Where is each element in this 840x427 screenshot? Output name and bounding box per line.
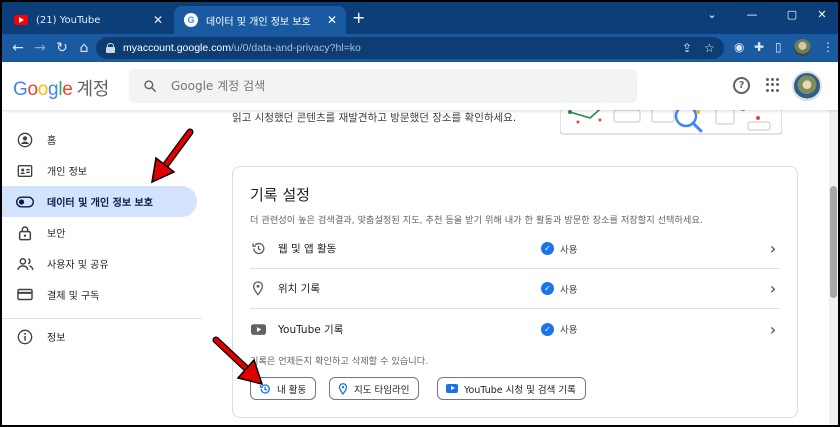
history-row-location[interactable]: 위치 기록 ✓ 사용 › — [250, 269, 780, 309]
row-label: 위치 기록 — [278, 283, 320, 295]
youtube-history-button[interactable]: YouTube 시청 및 검색 기록 — [437, 377, 586, 400]
history-note: 기록은 언제든지 확인하고 삭제할 수 있습니다. — [250, 356, 429, 367]
people-icon — [16, 255, 34, 273]
help-icon[interactable]: ? — [733, 77, 750, 94]
chevron-right-icon[interactable]: › — [766, 320, 780, 339]
sidebar-item-payments[interactable]: 결제 및 구독 — [2, 279, 197, 310]
toggle-icon — [16, 193, 34, 211]
forward-icon[interactable]: → — [30, 38, 50, 58]
tab-data-privacy[interactable]: G 데이터 및 개인 정보 보호 ✕ — [174, 6, 346, 34]
tab-label: 데이터 및 개인 정보 보호 — [206, 16, 311, 28]
sidebar-item-security[interactable]: 보안 — [2, 217, 197, 248]
history-row-youtube[interactable]: YouTube 기록 ✓ 사용 › — [250, 309, 780, 349]
check-circle-icon: ✓ — [541, 242, 554, 255]
search-input[interactable] — [171, 79, 591, 93]
status-badge: ✓ 사용 — [541, 282, 766, 296]
browser-toolbar: ← → ↻ ⌂ myaccount.google.com/u/0/data-an… — [2, 34, 838, 62]
url-text: myaccount.google.com/u/0/data-and-privac… — [123, 42, 361, 54]
tab-strip: (21) YouTube ✕ G 데이터 및 개인 정보 보호 ✕ + ⌄ — … — [2, 2, 838, 34]
main-content: 읽고 시청했던 콘텐츠를 재발견하고 방문했던 장소를 확인하세요. 기록 설정… — [202, 98, 838, 425]
lock-icon — [106, 43, 115, 53]
search-icon — [144, 80, 156, 92]
status-badge: ✓ 사용 — [541, 242, 766, 256]
card-title: 기록 설정 — [250, 186, 310, 204]
sidebar-item-label: 홈 — [47, 136, 57, 147]
location-pin-icon — [338, 382, 348, 395]
account-search-box[interactable] — [129, 69, 637, 103]
google-favicon-icon: G — [184, 13, 198, 27]
browser-window: (21) YouTube ✕ G 데이터 및 개인 정보 보호 ✕ + ⌄ — … — [2, 2, 838, 425]
sidebar-item-label: 사용자 및 공유 — [47, 260, 109, 271]
sidebar-item-people-sharing[interactable]: 사용자 및 공유 — [2, 248, 197, 279]
extensions-puzzle-icon[interactable]: ✚ — [754, 40, 764, 54]
lock-icon — [16, 224, 34, 242]
reload-icon[interactable]: ↻ — [52, 38, 72, 58]
youtube-favicon-icon — [14, 13, 28, 27]
id-card-icon — [16, 162, 34, 180]
home-icon[interactable]: ⌂ — [74, 38, 94, 58]
tab-close-icon[interactable]: ✕ — [324, 13, 340, 27]
annotation-arrow-icon — [151, 128, 194, 184]
sidebar-item-label: 결제 및 구독 — [47, 291, 100, 302]
sidebar-item-about[interactable]: 정보 — [2, 321, 197, 352]
extension-globe-icon[interactable]: ◉ — [734, 40, 744, 54]
card-description: 더 관련성이 높은 검색결과, 맞춤설정된 지도, 추천 등을 받기 위해 내가… — [250, 215, 703, 226]
credit-card-icon — [16, 286, 34, 304]
sidebar-item-label: 개인 정보 — [47, 167, 87, 178]
close-window-icon[interactable]: ✕ — [802, 2, 838, 26]
maps-timeline-button[interactable]: 지도 타임라인 — [329, 377, 420, 400]
sidebar-item-label: 정보 — [47, 333, 66, 344]
account-header: Google계정 ? — [2, 62, 838, 110]
history-row-web-app-activity[interactable]: 웹 및 앱 활동 ✓ 사용 › — [250, 229, 780, 269]
scrollbar-thumb[interactable] — [830, 186, 837, 298]
tab-label: (21) YouTube — [36, 14, 101, 26]
google-account-logo[interactable]: Google 계정 — [13, 75, 109, 101]
tab-youtube[interactable]: (21) YouTube ✕ — [6, 6, 172, 34]
row-label: 웹 및 앱 활동 — [278, 243, 337, 255]
share-icon[interactable]: ⇪ — [682, 41, 692, 55]
sidebar-divider — [2, 318, 202, 319]
new-tab-button[interactable]: + — [352, 10, 365, 26]
tab-close-icon[interactable]: ✕ — [150, 13, 166, 27]
history-settings-card: 기록 설정 더 관련성이 높은 검색결과, 맞춤설정된 지도, 추천 등을 받기… — [232, 166, 798, 418]
history-intro-text: 읽고 시청했던 콘텐츠를 재발견하고 방문했던 장소를 확인하세요. — [232, 112, 517, 124]
account-avatar[interactable] — [792, 71, 822, 101]
annotation-arrow-icon — [212, 336, 264, 386]
sidebar-item-data-privacy[interactable]: 데이터 및 개인 정보 보호 — [2, 186, 197, 217]
info-icon — [16, 328, 34, 346]
history-icon — [250, 241, 266, 257]
menu-kebab-icon[interactable]: ⋮ — [822, 40, 834, 54]
sidebar-item-label: 보안 — [47, 229, 66, 240]
apps-grid-icon[interactable] — [766, 78, 780, 92]
status-badge: ✓ 사용 — [541, 322, 766, 336]
check-circle-icon: ✓ — [541, 282, 554, 295]
sidebar-item-label: 데이터 및 개인 정보 보호 — [47, 198, 153, 209]
profile-avatar[interactable] — [794, 39, 811, 56]
page-scrollbar[interactable] — [829, 110, 838, 425]
check-circle-icon: ✓ — [541, 322, 554, 336]
side-panel-icon[interactable]: ▯ — [775, 40, 782, 54]
address-bar[interactable]: myaccount.google.com/u/0/data-and-privac… — [96, 37, 724, 59]
youtube-icon — [446, 384, 458, 393]
row-label: YouTube 기록 — [278, 323, 344, 336]
location-pin-icon — [250, 281, 266, 297]
minimize-icon[interactable]: — — [732, 2, 772, 26]
bookmark-star-icon[interactable]: ☆ — [704, 41, 715, 55]
chevron-right-icon[interactable]: › — [766, 279, 780, 298]
tab-search-icon[interactable]: ⌄ — [692, 2, 732, 26]
person-circle-icon — [16, 131, 34, 149]
chevron-right-icon[interactable]: › — [766, 239, 780, 258]
back-icon[interactable]: ← — [8, 38, 28, 58]
